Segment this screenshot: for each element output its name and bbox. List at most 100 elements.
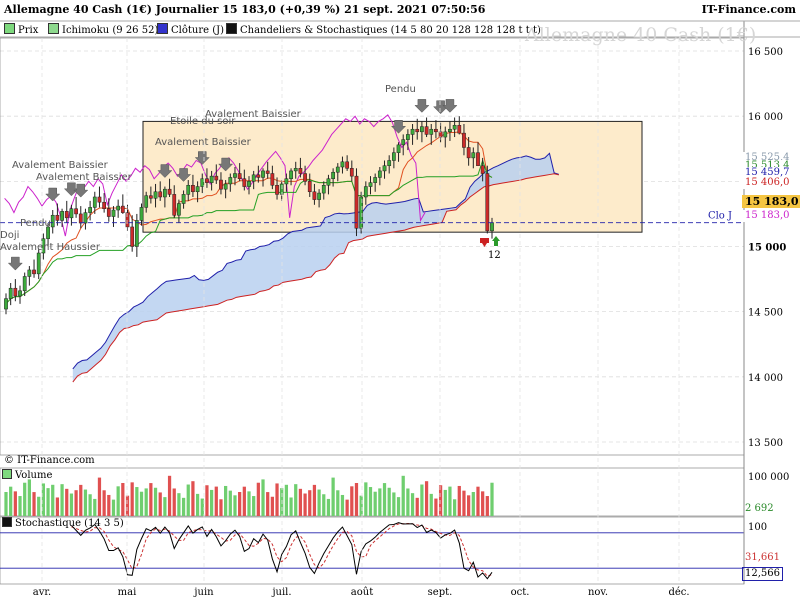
candle-body[interactable] [186, 185, 191, 195]
candle-body[interactable] [172, 194, 177, 216]
candle-body[interactable] [4, 298, 8, 310]
pattern-arrow-down-icon[interactable] [442, 99, 458, 113]
candle-body[interactable] [60, 211, 64, 221]
candle-body[interactable] [163, 188, 167, 198]
candle-body[interactable] [78, 213, 83, 224]
candle-body[interactable] [373, 177, 378, 183]
candle-body[interactable] [457, 125, 462, 134]
candle-body[interactable] [349, 168, 354, 177]
candle-body[interactable] [120, 205, 125, 213]
candle-body[interactable] [205, 178, 209, 183]
candle-body[interactable] [345, 161, 350, 169]
candle-body[interactable] [466, 147, 471, 159]
candle-body[interactable] [181, 194, 186, 204]
candle-body[interactable] [18, 290, 22, 297]
candle-body[interactable] [420, 126, 424, 133]
candle-body[interactable] [32, 269, 36, 275]
candle-body[interactable] [448, 128, 452, 133]
candle-body[interactable] [111, 209, 116, 217]
candle-body[interactable] [396, 144, 401, 153]
candle-body[interactable] [387, 160, 392, 166]
candle-body[interactable] [223, 183, 228, 190]
candle-body[interactable] [340, 161, 345, 168]
candle-body[interactable] [200, 178, 205, 187]
candle-body[interactable] [298, 168, 303, 174]
candle-body[interactable] [270, 173, 275, 186]
candle-body[interactable] [36, 252, 41, 275]
candle-body[interactable] [382, 165, 387, 172]
chart-canvas[interactable]: Clo JAvalement BaissierAvalement Baissie… [0, 0, 800, 600]
candle-body[interactable] [443, 131, 448, 138]
candle-body[interactable] [247, 181, 251, 187]
candle-body[interactable] [261, 170, 265, 178]
candle-body[interactable] [88, 207, 92, 213]
candle-body[interactable] [153, 191, 158, 199]
candle-body[interactable] [214, 175, 219, 181]
candle-body[interactable] [275, 185, 279, 195]
candle-body[interactable] [130, 226, 135, 247]
candle-body[interactable] [462, 132, 466, 148]
candle-body[interactable] [148, 195, 153, 199]
candle-body[interactable] [331, 171, 335, 179]
pattern-arrow-down-icon[interactable] [414, 99, 430, 113]
candle-body[interactable] [116, 205, 121, 211]
candle-body[interactable] [377, 170, 382, 178]
candle-body[interactable] [69, 208, 74, 219]
candle-body[interactable] [307, 181, 312, 193]
candle-body[interactable] [429, 128, 434, 135]
candle-body[interactable] [74, 208, 78, 215]
candle-body[interactable] [209, 175, 214, 183]
candle-body[interactable] [139, 207, 144, 221]
candle-body[interactable] [434, 128, 438, 133]
candle-body[interactable] [490, 222, 494, 232]
candle-body[interactable] [144, 195, 149, 208]
candle-body[interactable] [424, 126, 429, 135]
candle-body[interactable] [83, 212, 88, 224]
candle-body[interactable] [293, 168, 298, 172]
candle-body[interactable] [237, 173, 242, 179]
candle-body[interactable] [289, 170, 293, 179]
candle-body[interactable] [13, 287, 18, 297]
candle-body[interactable] [476, 152, 480, 166]
candle-body[interactable] [363, 186, 368, 198]
candle-body[interactable] [312, 191, 317, 200]
candle-body[interactable] [401, 139, 406, 146]
candle-body[interactable] [233, 173, 237, 178]
candle-body[interactable] [410, 128, 415, 135]
candle-body[interactable] [317, 192, 321, 200]
candle-body[interactable] [354, 175, 359, 229]
candle-body[interactable] [415, 128, 420, 133]
candle-body[interactable] [452, 125, 457, 130]
candle-body[interactable] [228, 177, 233, 185]
candle-body[interactable] [134, 220, 139, 247]
pattern-arrow-down-icon[interactable] [7, 256, 23, 271]
candle-body[interactable] [64, 211, 69, 219]
candle-body[interactable] [55, 214, 60, 221]
candle-body[interactable] [50, 214, 55, 228]
candle-body[interactable] [284, 178, 289, 185]
candle-body[interactable] [480, 165, 485, 174]
candle-body[interactable] [368, 182, 373, 187]
candle-body[interactable] [97, 196, 102, 203]
candle-body[interactable] [438, 131, 443, 138]
candle-body[interactable] [195, 186, 200, 193]
candle-body[interactable] [125, 212, 130, 228]
candle-body[interactable] [265, 170, 270, 174]
candle-body[interactable] [158, 191, 163, 198]
candle-body[interactable] [8, 287, 13, 299]
candle-body[interactable] [167, 188, 172, 195]
candle-body[interactable] [22, 276, 27, 292]
candle-body[interactable] [303, 173, 307, 182]
candle-body[interactable] [256, 174, 261, 178]
candle-body[interactable] [27, 269, 32, 277]
candle-body[interactable] [335, 166, 340, 173]
candle-body[interactable] [321, 185, 326, 194]
candle-body[interactable] [102, 201, 107, 209]
candle-body[interactable] [92, 196, 97, 208]
candle-body[interactable] [106, 208, 111, 217]
candle-body[interactable] [391, 152, 396, 161]
candle-body[interactable] [191, 185, 195, 193]
candle-body[interactable] [242, 178, 247, 187]
candle-body[interactable] [219, 179, 223, 190]
candle-body[interactable] [326, 178, 331, 186]
